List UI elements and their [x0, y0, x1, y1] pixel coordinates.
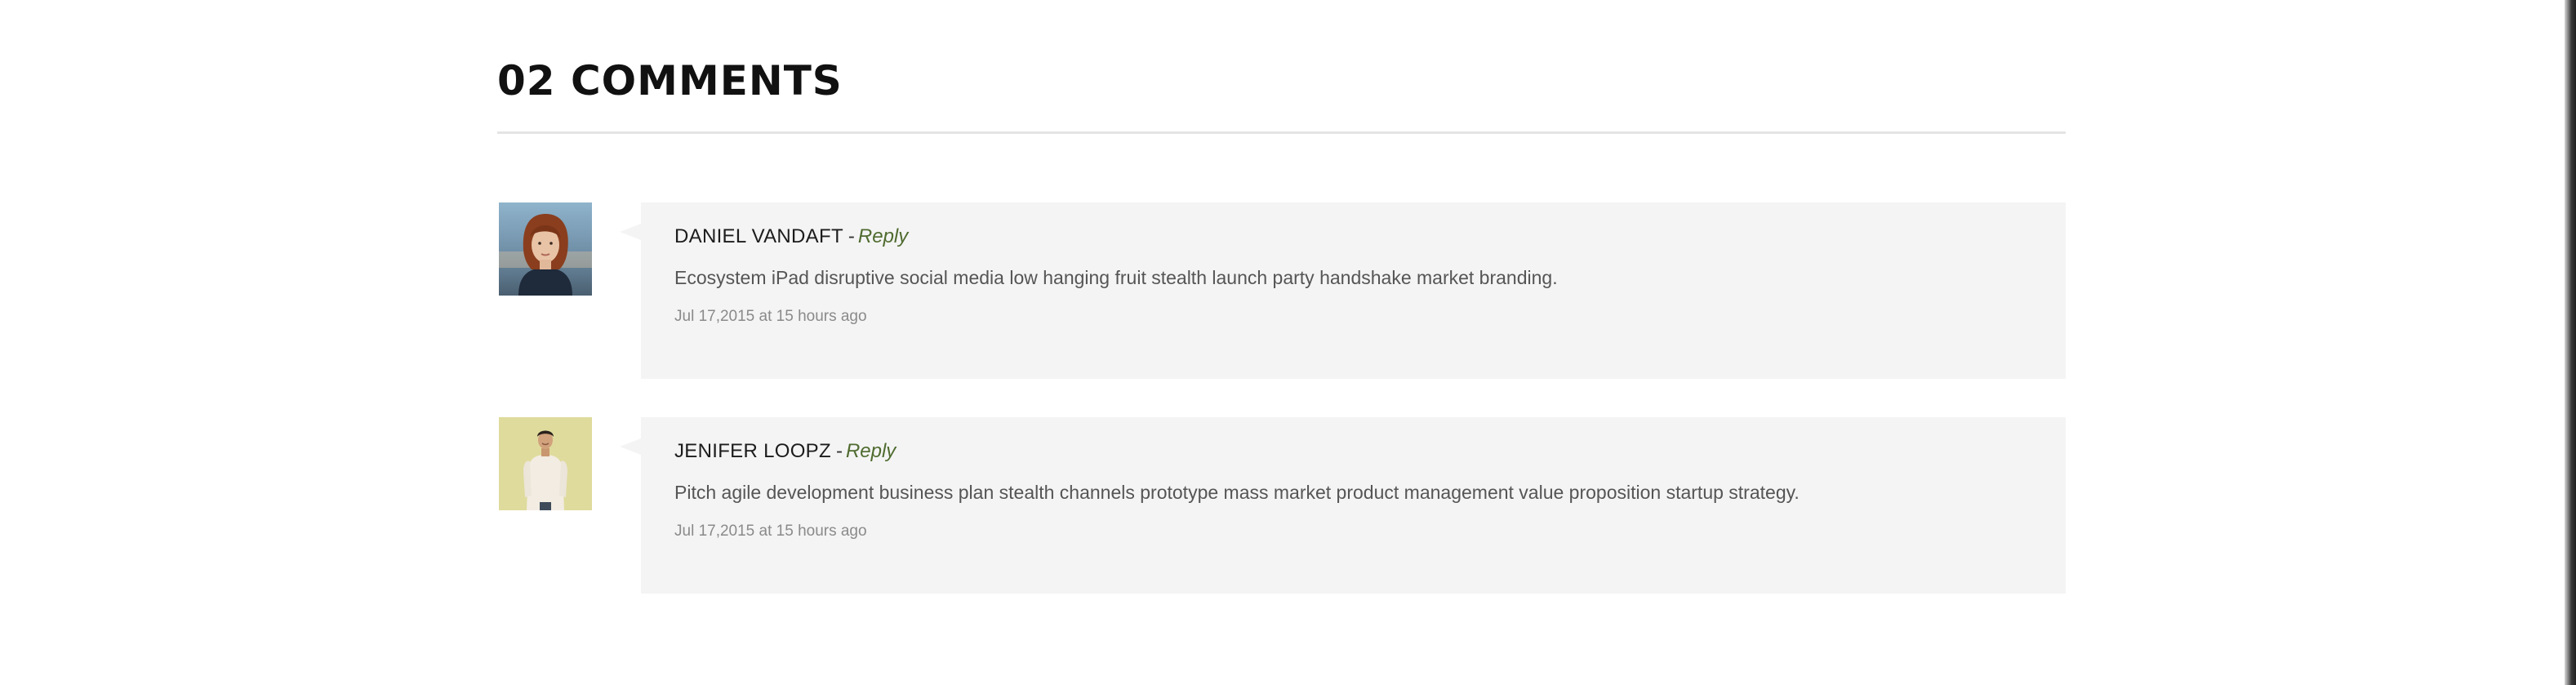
comment-bubble: JENIFER LOOPZ - Reply Pitch agile developm… — [641, 417, 2066, 594]
comment-item: JENIFER LOOPZ - Reply Pitch agile developm… — [497, 417, 2066, 595]
meta-separator: - — [835, 440, 843, 462]
comment-item: DANIEL VANDAFT - Reply Ecosystem iPad disr… — [497, 202, 2066, 380]
comment-date: Jul 17,2015 at 15 hours ago — [674, 523, 867, 540]
avatar — [499, 417, 592, 510]
title-divider — [497, 131, 2066, 134]
comment-text: Ecosystem iPad disruptive social media l… — [674, 267, 1558, 288]
comment-author: DANIEL VANDAFT — [674, 225, 843, 247]
comment-date: Jul 17,2015 at 15 hours ago — [674, 308, 867, 325]
meta-separator: - — [848, 225, 855, 247]
comment-text: Pitch agile development business plan st… — [674, 482, 1800, 503]
comment-author: JENIFER LOOPZ — [674, 440, 831, 462]
reply-link[interactable]: Reply — [846, 440, 896, 462]
avatar — [499, 202, 592, 296]
reply-link[interactable]: Reply — [858, 225, 908, 247]
comment-bubble-pointer — [620, 224, 641, 240]
comments-title: 02 COMMENTS — [497, 57, 843, 105]
window-edge-scrollbar[interactable] — [2565, 0, 2576, 685]
comment-meta: DANIEL VANDAFT - Reply — [674, 224, 908, 250]
avatar-woman-red-hair-image — [499, 202, 592, 296]
comment-bubble-pointer — [620, 438, 641, 455]
avatar-man-white-sweater-image — [499, 417, 592, 510]
comment-bubble: DANIEL VANDAFT - Reply Ecosystem iPad disr… — [641, 202, 2066, 379]
comment-meta: JENIFER LOOPZ - Reply — [674, 438, 896, 465]
